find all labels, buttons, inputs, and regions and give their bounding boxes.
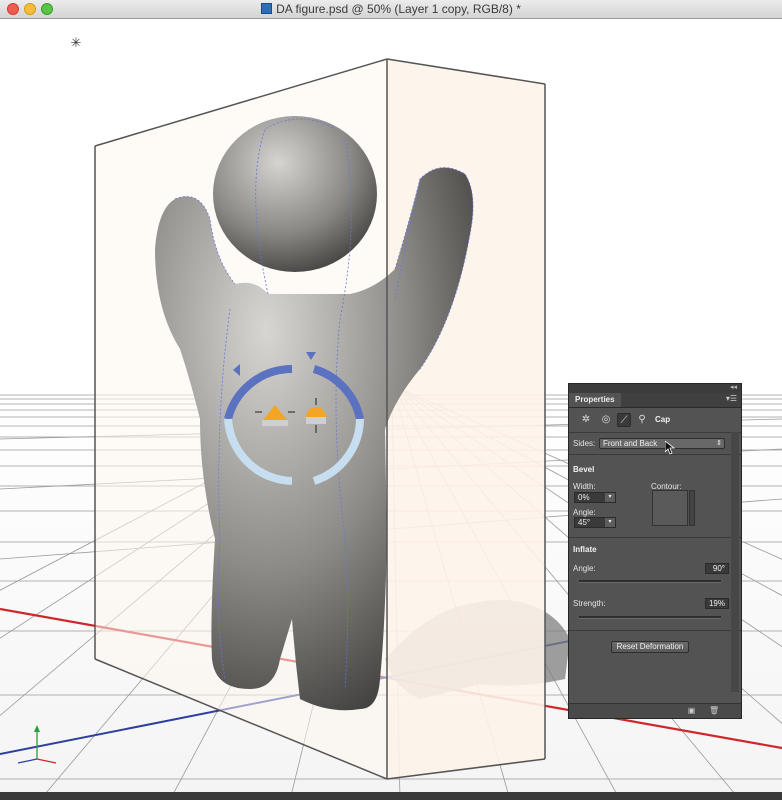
mouse-pointer-icon xyxy=(665,441,675,455)
panel-header: ◂◂ xyxy=(569,384,741,393)
sides-dropdown[interactable]: Front and Back ⇕ xyxy=(599,438,725,449)
panel-scrollbar[interactable] xyxy=(731,432,739,692)
dropdown-arrow-icon: ⇕ xyxy=(716,440,722,447)
window-titlebar: DA figure.psd @ 50% (Layer 1 copy, RGB/8… xyxy=(0,0,782,19)
bevel-width-field[interactable]: 0% ▾ xyxy=(574,492,616,503)
properties-panel: ◂◂ Properties ▾☰ ✲ ◎ ⟋ ⚲ Cap Sides: Fron… xyxy=(568,383,742,719)
inflate-strength-field[interactable]: 19% xyxy=(705,598,729,609)
inflate-strength-label: Strength: xyxy=(573,599,606,608)
inflate-angle-slider[interactable] xyxy=(579,580,721,583)
bevel-width-value: 0% xyxy=(578,493,590,502)
light-icon[interactable]: ✳ xyxy=(69,36,83,50)
sides-value: Front and Back xyxy=(603,439,658,448)
inflate-heading: Inflate xyxy=(573,545,597,554)
chevron-down-icon[interactable]: ▾ xyxy=(605,518,615,527)
psd-file-icon xyxy=(261,3,273,14)
inflate-strength-slider[interactable] xyxy=(579,616,721,619)
divider xyxy=(569,454,741,455)
bevel-angle-label: Angle: xyxy=(573,508,596,517)
mode-label: Cap xyxy=(655,415,671,424)
contour-dropdown[interactable] xyxy=(689,490,695,526)
sides-label: Sides: xyxy=(573,439,596,448)
deform-icon[interactable]: ◎ xyxy=(599,413,613,427)
bevel-angle-value: 45° xyxy=(578,518,591,527)
inflate-angle-label: Angle: xyxy=(573,564,596,573)
divider xyxy=(569,630,741,631)
window-title-text: DA figure.psd @ 50% (Layer 1 copy, RGB/8… xyxy=(276,2,521,16)
inflate-angle-field[interactable]: 90° xyxy=(705,563,729,574)
bounding-box-right-face xyxy=(387,59,545,779)
reset-deformation-button[interactable]: Reset Deformation xyxy=(611,641,689,653)
divider xyxy=(569,537,741,538)
panel-tabbar: Properties ▾☰ xyxy=(569,393,741,408)
cap-icon[interactable]: ⟋ xyxy=(617,413,631,427)
bevel-width-label: Width: xyxy=(573,482,596,491)
tab-properties[interactable]: Properties xyxy=(569,393,621,407)
property-mode-bar: ✲ ◎ ⟋ ⚲ Cap xyxy=(569,408,741,433)
figure-head xyxy=(213,116,377,272)
coordinates-icon[interactable]: ⚲ xyxy=(635,413,649,427)
bevel-angle-field[interactable]: 45° ▾ xyxy=(574,517,616,528)
mesh-icon[interactable]: ✲ xyxy=(579,413,593,427)
status-strip xyxy=(0,792,782,800)
panel-menu-icon[interactable]: ▾☰ xyxy=(726,394,737,403)
chevron-down-icon[interactable]: ▾ xyxy=(605,493,615,502)
trash-icon[interactable]: 🗑 xyxy=(709,706,719,715)
render-icon[interactable]: ▣ xyxy=(687,706,696,715)
bevel-heading: Bevel xyxy=(573,465,595,474)
contour-picker[interactable] xyxy=(652,490,688,526)
window-title: DA figure.psd @ 50% (Layer 1 copy, RGB/8… xyxy=(0,2,782,16)
collapse-icon[interactable]: ◂◂ xyxy=(730,383,737,391)
panel-footer: ▣ 🗑 xyxy=(569,703,741,718)
